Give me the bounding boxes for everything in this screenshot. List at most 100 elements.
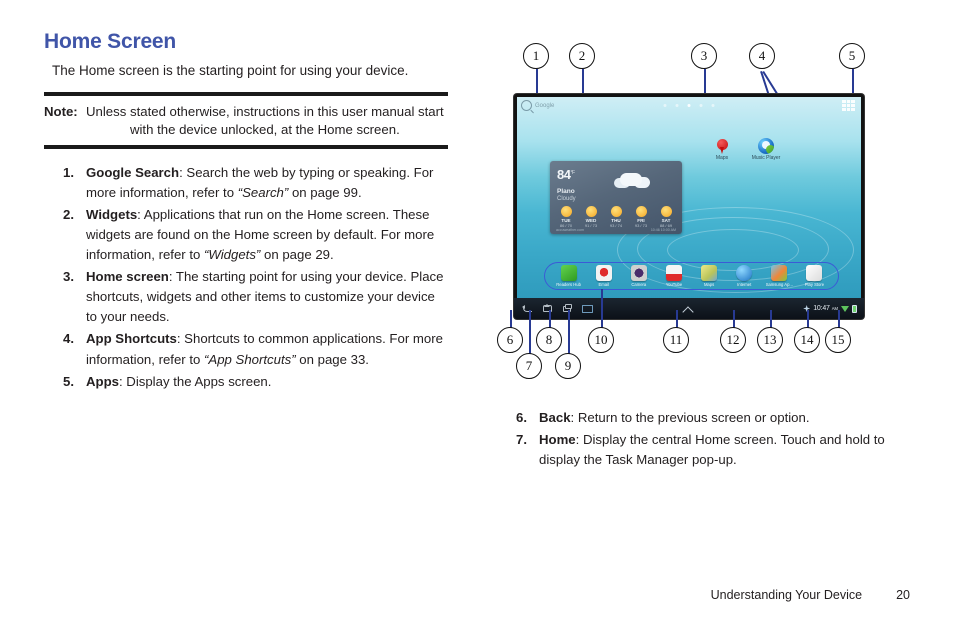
dock-app[interactable]: YouTube: [658, 265, 690, 287]
weather-unit: °F: [570, 169, 575, 176]
callout-6[interactable]: 6: [497, 327, 523, 353]
weather-condition: Cloudy: [557, 196, 576, 202]
app-shortcut-dock: Readers Hub Email Camera YouTube Maps In…: [544, 262, 839, 290]
leader-line-13: [770, 310, 772, 328]
dock-app-label: Maps: [703, 282, 715, 287]
callout-1[interactable]: 1: [523, 43, 549, 69]
leader-line-1: [536, 69, 538, 96]
dock-app[interactable]: Play Store: [798, 265, 830, 287]
home-shortcut-label: Music Player: [751, 155, 781, 161]
callout-3[interactable]: 3: [691, 43, 717, 69]
callout-4[interactable]: 4: [749, 43, 775, 69]
list-item-body: : Display the Apps screen.: [118, 373, 272, 389]
dock-app[interactable]: Camera: [623, 265, 655, 287]
search-icon: [521, 100, 532, 111]
callout-5[interactable]: 5: [839, 43, 865, 69]
list-item: 3. Home screen: The starting point for u…: [44, 267, 448, 327]
list-item-tail: on page 33.: [295, 351, 369, 367]
list-item-number: 5.: [63, 373, 74, 389]
leader-line-8: [549, 310, 551, 328]
sun-icon: [635, 206, 647, 217]
callout-14[interactable]: 14: [794, 327, 820, 353]
home-shortcut-label: Maps: [715, 155, 729, 161]
note-box: Note: Unless stated otherwise, instructi…: [44, 92, 448, 149]
list-item-text: Widgets: Applications that run on the Ho…: [86, 205, 448, 265]
list-item-tail: on page 99.: [288, 185, 362, 200]
callout-13[interactable]: 13: [757, 327, 783, 353]
dock-app[interactable]: Readers Hub: [553, 265, 585, 287]
email-icon: [595, 265, 612, 281]
list-item-text: Home screen: The starting point for usin…: [86, 267, 448, 327]
weather-source: accuweather.com: [556, 228, 584, 232]
status-indicators[interactable]: 10:47 AM: [803, 304, 857, 313]
home-shortcut-music-player[interactable]: Music Player: [745, 138, 787, 161]
callout-12[interactable]: 12: [720, 327, 746, 353]
dock-app[interactable]: Maps: [693, 265, 725, 287]
leader-line-15: [838, 310, 840, 328]
home-status-row: Google: [517, 97, 861, 113]
apps-grid-icon[interactable]: [842, 100, 855, 111]
callout-11[interactable]: 11: [663, 327, 689, 353]
play-store-icon: [806, 265, 823, 281]
nav-button-group: [522, 303, 593, 314]
numbered-list-left: 1. Google Search: Search the web by typi…: [44, 163, 448, 392]
leader-line-12: [733, 310, 735, 328]
list-item-body: : Display the central Home screen. Touch…: [539, 432, 885, 468]
battery-icon: [852, 304, 857, 313]
home-shortcut-maps[interactable]: Maps: [701, 139, 743, 161]
home-icon[interactable]: [542, 303, 553, 314]
wifi-icon: [841, 305, 849, 312]
callout-7[interactable]: 7: [516, 353, 542, 379]
dock-app-label: Readers Hub: [556, 282, 581, 287]
callout-2[interactable]: 2: [569, 43, 595, 69]
list-item-term: Apps: [86, 373, 119, 389]
callout-15[interactable]: 15: [825, 327, 851, 353]
readers-hub-icon: [560, 265, 577, 281]
left-column: Home Screen The Home screen is the start…: [44, 30, 448, 394]
page-dot: [711, 104, 715, 107]
list-item: 4. App Shortcuts: Shortcuts to common ap…: [44, 329, 448, 369]
dock-app[interactable]: Samsung Ap...: [763, 265, 795, 287]
weather-updated: 10:46 10:00 AM: [650, 228, 676, 232]
forecast-day: SAT 88 / 69: [655, 206, 677, 228]
footer-page-number: 20: [896, 588, 910, 602]
callout-8[interactable]: 8: [536, 327, 562, 353]
dock-app-label: Samsung Ap...: [765, 282, 793, 287]
forecast-day-temps: 93 / 73: [634, 223, 648, 228]
list-item-text: Back: Return to the previous screen or o…: [539, 408, 897, 428]
dock-app[interactable]: Email: [588, 265, 620, 287]
screen-capture-icon[interactable]: [582, 303, 593, 314]
list-item: 1. Google Search: Search the web by typi…: [44, 163, 448, 203]
footer-section: Understanding Your Device: [710, 588, 863, 602]
status-time: 10:47: [813, 305, 830, 312]
system-navigation-bar: 10:47 AM: [514, 298, 864, 319]
google-search-bar[interactable]: Google: [521, 100, 554, 111]
list-item-number: 3.: [63, 269, 74, 285]
list-item: 6. Back: Return to the previous screen o…: [497, 408, 897, 428]
list-item-reference: “Widgets”: [204, 247, 261, 263]
note-rule-bottom: [44, 145, 448, 149]
leader-line-9: [568, 310, 570, 354]
page-indicator-dots: [663, 104, 715, 107]
list-item-term: Home screen: [86, 269, 169, 285]
back-icon[interactable]: [522, 303, 533, 314]
callout-9[interactable]: 9: [555, 353, 581, 379]
list-item-number: 2.: [63, 207, 74, 223]
sun-icon: [610, 206, 622, 217]
list-item-term: Home: [539, 432, 576, 448]
list-item-number: 7.: [516, 432, 527, 448]
forecast-day: TUE 86 / 70: [555, 206, 577, 228]
samsung-apps-icon: [771, 265, 788, 281]
cloud-icon: [612, 170, 652, 192]
dock-app-label: Play Store: [804, 282, 825, 287]
mini-apps-caret-icon[interactable]: [684, 304, 694, 314]
list-item-number: 6.: [516, 410, 527, 425]
list-item-term: Back: [539, 410, 571, 425]
dock-app[interactable]: Internet: [728, 265, 760, 287]
callout-10[interactable]: 10: [588, 327, 614, 353]
leader-line-14: [807, 310, 809, 328]
weather-widget[interactable]: 84°F Plano Cloudy TUE 86 / 70 WED 91 / 7…: [550, 161, 682, 234]
forecast-day-temps: 93 / 74: [609, 223, 623, 228]
dock-app-label: Camera: [631, 282, 647, 287]
sun-icon: [585, 206, 597, 217]
